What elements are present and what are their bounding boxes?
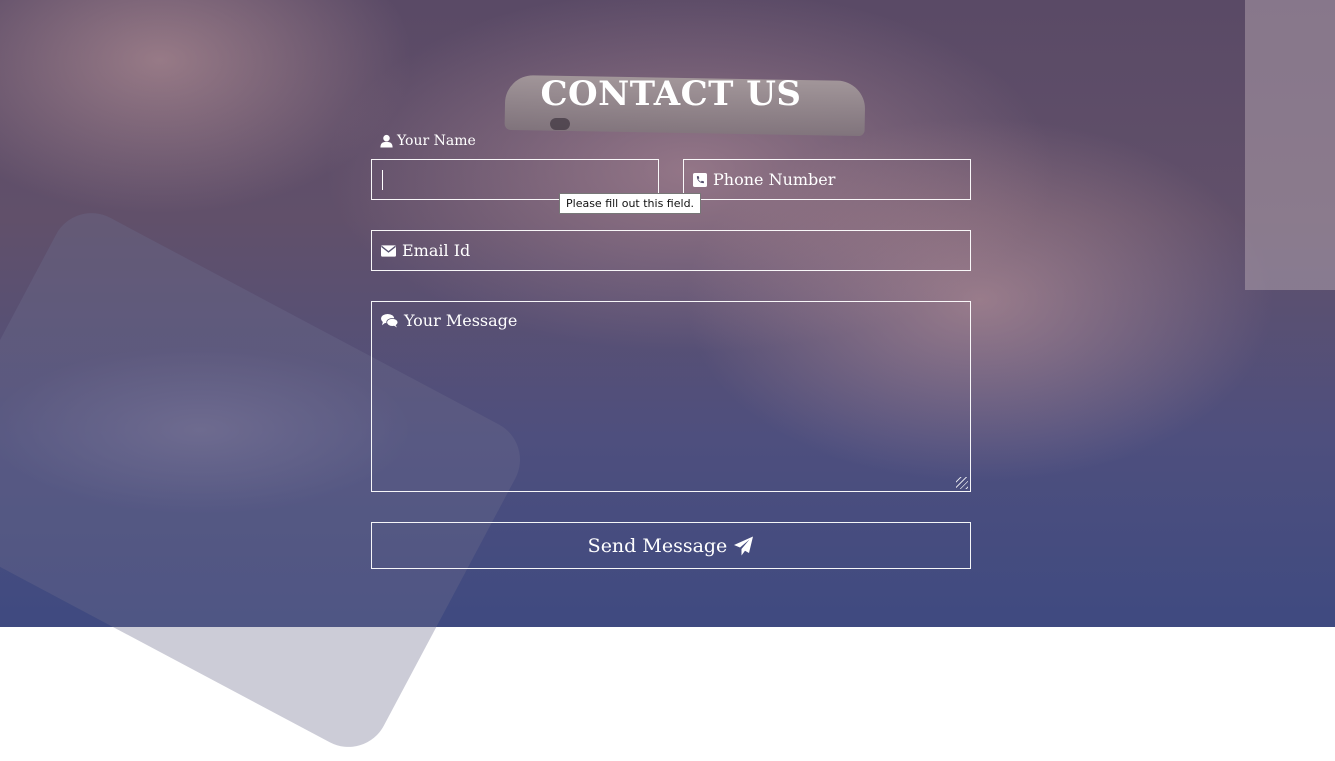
resize-handle[interactable]: [956, 477, 968, 489]
send-message-label: Send Message: [587, 534, 728, 557]
user-icon: [380, 134, 393, 148]
background-screen: [1245, 0, 1335, 290]
comments-icon: [381, 313, 398, 328]
text-caret: [382, 169, 383, 190]
paper-plane-icon: [733, 536, 754, 556]
phone-input[interactable]: Phone Number: [683, 159, 971, 200]
send-message-button[interactable]: Send Message: [371, 522, 971, 569]
envelope-icon: [381, 244, 396, 257]
name-label-text: Your Name: [397, 133, 476, 149]
email-input-placeholder: Email Id: [402, 241, 471, 260]
background-phone-camera: [550, 118, 570, 130]
message-textarea-placeholder: Your Message: [404, 311, 518, 330]
message-textarea[interactable]: Your Message: [371, 301, 971, 492]
phone-icon: [693, 172, 707, 187]
validation-tooltip: Please fill out this field.: [559, 193, 702, 214]
name-label: Your Name: [380, 133, 476, 149]
email-input[interactable]: Email Id: [371, 230, 971, 271]
page-title: CONTACT US: [540, 74, 802, 114]
phone-input-placeholder: Phone Number: [713, 170, 836, 189]
